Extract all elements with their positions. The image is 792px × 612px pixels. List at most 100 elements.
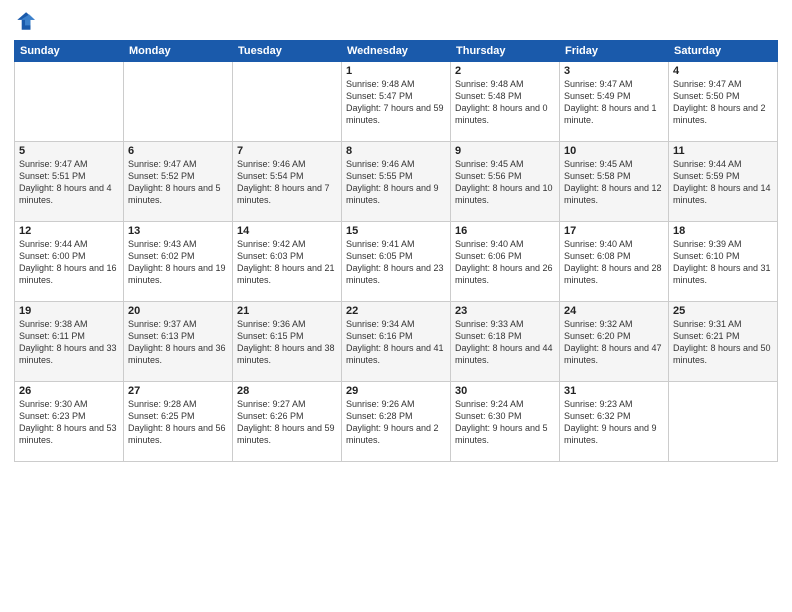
day-number-28: 28 [237,385,337,397]
day-number-12: 12 [19,225,119,237]
day-cell-14: 14Sunrise: 9:42 AM Sunset: 6:03 PM Dayli… [233,222,342,302]
day-number-7: 7 [237,145,337,157]
day-info-25: Sunrise: 9:31 AM Sunset: 6:21 PM Dayligh… [673,318,773,367]
weekday-header-row: SundayMondayTuesdayWednesdayThursdayFrid… [15,41,778,62]
day-number-26: 26 [19,385,119,397]
day-cell-30: 30Sunrise: 9:24 AM Sunset: 6:30 PM Dayli… [451,382,560,462]
day-info-5: Sunrise: 9:47 AM Sunset: 5:51 PM Dayligh… [19,158,119,207]
day-cell-8: 8Sunrise: 9:46 AM Sunset: 5:55 PM Daylig… [342,142,451,222]
day-info-4: Sunrise: 9:47 AM Sunset: 5:50 PM Dayligh… [673,78,773,127]
calendar-table: SundayMondayTuesdayWednesdayThursdayFrid… [14,40,778,462]
day-cell-11: 11Sunrise: 9:44 AM Sunset: 5:59 PM Dayli… [669,142,778,222]
day-cell-13: 13Sunrise: 9:43 AM Sunset: 6:02 PM Dayli… [124,222,233,302]
day-info-13: Sunrise: 9:43 AM Sunset: 6:02 PM Dayligh… [128,238,228,287]
day-cell-23: 23Sunrise: 9:33 AM Sunset: 6:18 PM Dayli… [451,302,560,382]
day-number-5: 5 [19,145,119,157]
day-cell-7: 7Sunrise: 9:46 AM Sunset: 5:54 PM Daylig… [233,142,342,222]
day-cell-20: 20Sunrise: 9:37 AM Sunset: 6:13 PM Dayli… [124,302,233,382]
weekday-header-friday: Friday [560,41,669,62]
empty-cell [15,62,124,142]
day-info-8: Sunrise: 9:46 AM Sunset: 5:55 PM Dayligh… [346,158,446,207]
week-row-4: 19Sunrise: 9:38 AM Sunset: 6:11 PM Dayli… [15,302,778,382]
day-number-22: 22 [346,305,446,317]
day-info-3: Sunrise: 9:47 AM Sunset: 5:49 PM Dayligh… [564,78,664,127]
day-info-27: Sunrise: 9:28 AM Sunset: 6:25 PM Dayligh… [128,398,228,447]
day-number-21: 21 [237,305,337,317]
day-cell-21: 21Sunrise: 9:36 AM Sunset: 6:15 PM Dayli… [233,302,342,382]
day-cell-17: 17Sunrise: 9:40 AM Sunset: 6:08 PM Dayli… [560,222,669,302]
day-number-10: 10 [564,145,664,157]
day-info-11: Sunrise: 9:44 AM Sunset: 5:59 PM Dayligh… [673,158,773,207]
day-cell-12: 12Sunrise: 9:44 AM Sunset: 6:00 PM Dayli… [15,222,124,302]
day-info-23: Sunrise: 9:33 AM Sunset: 6:18 PM Dayligh… [455,318,555,367]
day-cell-10: 10Sunrise: 9:45 AM Sunset: 5:58 PM Dayli… [560,142,669,222]
day-cell-2: 2Sunrise: 9:48 AM Sunset: 5:48 PM Daylig… [451,62,560,142]
day-number-11: 11 [673,145,773,157]
day-number-3: 3 [564,65,664,77]
day-cell-3: 3Sunrise: 9:47 AM Sunset: 5:49 PM Daylig… [560,62,669,142]
day-cell-26: 26Sunrise: 9:30 AM Sunset: 6:23 PM Dayli… [15,382,124,462]
day-cell-4: 4Sunrise: 9:47 AM Sunset: 5:50 PM Daylig… [669,62,778,142]
empty-cell [233,62,342,142]
day-info-1: Sunrise: 9:48 AM Sunset: 5:47 PM Dayligh… [346,78,446,127]
day-number-18: 18 [673,225,773,237]
day-number-17: 17 [564,225,664,237]
day-cell-27: 27Sunrise: 9:28 AM Sunset: 6:25 PM Dayli… [124,382,233,462]
day-number-2: 2 [455,65,555,77]
day-info-16: Sunrise: 9:40 AM Sunset: 6:06 PM Dayligh… [455,238,555,287]
day-info-20: Sunrise: 9:37 AM Sunset: 6:13 PM Dayligh… [128,318,228,367]
day-info-19: Sunrise: 9:38 AM Sunset: 6:11 PM Dayligh… [19,318,119,367]
weekday-header-wednesday: Wednesday [342,41,451,62]
day-cell-24: 24Sunrise: 9:32 AM Sunset: 6:20 PM Dayli… [560,302,669,382]
weekday-header-tuesday: Tuesday [233,41,342,62]
day-info-15: Sunrise: 9:41 AM Sunset: 6:05 PM Dayligh… [346,238,446,287]
day-info-28: Sunrise: 9:27 AM Sunset: 6:26 PM Dayligh… [237,398,337,447]
day-info-9: Sunrise: 9:45 AM Sunset: 5:56 PM Dayligh… [455,158,555,207]
day-info-12: Sunrise: 9:44 AM Sunset: 6:00 PM Dayligh… [19,238,119,287]
day-number-29: 29 [346,385,446,397]
week-row-3: 12Sunrise: 9:44 AM Sunset: 6:00 PM Dayli… [15,222,778,302]
day-info-14: Sunrise: 9:42 AM Sunset: 6:03 PM Dayligh… [237,238,337,287]
day-cell-15: 15Sunrise: 9:41 AM Sunset: 6:05 PM Dayli… [342,222,451,302]
logo-icon [14,10,36,32]
day-info-7: Sunrise: 9:46 AM Sunset: 5:54 PM Dayligh… [237,158,337,207]
weekday-header-monday: Monday [124,41,233,62]
weekday-header-sunday: Sunday [15,41,124,62]
day-number-31: 31 [564,385,664,397]
weekday-header-saturday: Saturday [669,41,778,62]
day-info-17: Sunrise: 9:40 AM Sunset: 6:08 PM Dayligh… [564,238,664,287]
weekday-header-thursday: Thursday [451,41,560,62]
day-info-24: Sunrise: 9:32 AM Sunset: 6:20 PM Dayligh… [564,318,664,367]
day-cell-25: 25Sunrise: 9:31 AM Sunset: 6:21 PM Dayli… [669,302,778,382]
day-info-22: Sunrise: 9:34 AM Sunset: 6:16 PM Dayligh… [346,318,446,367]
day-number-25: 25 [673,305,773,317]
day-info-31: Sunrise: 9:23 AM Sunset: 6:32 PM Dayligh… [564,398,664,447]
day-number-1: 1 [346,65,446,77]
day-info-10: Sunrise: 9:45 AM Sunset: 5:58 PM Dayligh… [564,158,664,207]
day-info-26: Sunrise: 9:30 AM Sunset: 6:23 PM Dayligh… [19,398,119,447]
week-row-5: 26Sunrise: 9:30 AM Sunset: 6:23 PM Dayli… [15,382,778,462]
empty-cell [124,62,233,142]
day-info-2: Sunrise: 9:48 AM Sunset: 5:48 PM Dayligh… [455,78,555,127]
day-number-4: 4 [673,65,773,77]
day-cell-28: 28Sunrise: 9:27 AM Sunset: 6:26 PM Dayli… [233,382,342,462]
day-number-20: 20 [128,305,228,317]
day-cell-22: 22Sunrise: 9:34 AM Sunset: 6:16 PM Dayli… [342,302,451,382]
day-number-13: 13 [128,225,228,237]
day-info-29: Sunrise: 9:26 AM Sunset: 6:28 PM Dayligh… [346,398,446,447]
day-number-23: 23 [455,305,555,317]
day-number-15: 15 [346,225,446,237]
day-cell-19: 19Sunrise: 9:38 AM Sunset: 6:11 PM Dayli… [15,302,124,382]
day-number-27: 27 [128,385,228,397]
day-info-21: Sunrise: 9:36 AM Sunset: 6:15 PM Dayligh… [237,318,337,367]
day-number-19: 19 [19,305,119,317]
day-info-30: Sunrise: 9:24 AM Sunset: 6:30 PM Dayligh… [455,398,555,447]
day-info-6: Sunrise: 9:47 AM Sunset: 5:52 PM Dayligh… [128,158,228,207]
day-number-16: 16 [455,225,555,237]
day-number-9: 9 [455,145,555,157]
day-number-30: 30 [455,385,555,397]
day-number-24: 24 [564,305,664,317]
header [14,10,778,32]
day-info-18: Sunrise: 9:39 AM Sunset: 6:10 PM Dayligh… [673,238,773,287]
day-cell-31: 31Sunrise: 9:23 AM Sunset: 6:32 PM Dayli… [560,382,669,462]
